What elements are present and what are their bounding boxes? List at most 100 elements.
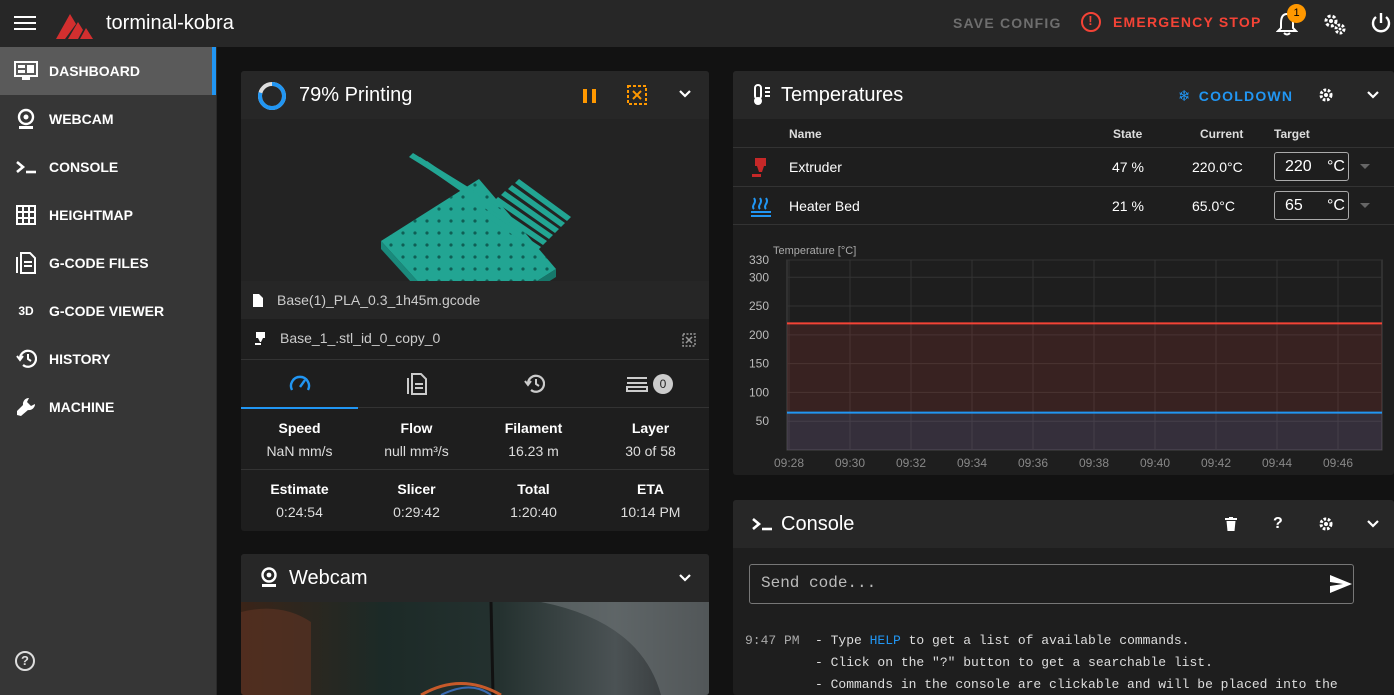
history-icon [14,347,38,371]
print-status-header: 79% Printing [241,71,709,119]
emergency-stop-button[interactable]: EMERGENCY STOP [1081,12,1262,32]
settings-gears-icon[interactable] [1323,12,1347,36]
chevron-down-icon[interactable] [1366,90,1380,100]
sidebar-item-gcode-viewer[interactable]: 3D G-CODE VIEWER [0,287,216,335]
header-name: Name [789,127,822,141]
chart-xtick-label: 09:32 [896,456,926,470]
sidebar-item-gcode-files[interactable]: G-CODE FILES [0,239,216,287]
help-icon[interactable]: ? [15,651,35,671]
console-line: - Commands in the console are clickable … [815,677,1338,692]
print-status-title: 79% Printing [299,84,413,106]
heater-state: 47 % [1112,159,1144,175]
chart-xtick-label: 09:28 [774,456,804,470]
current-object-name: Base_1_.stl_id_0_copy_0 [280,330,441,346]
caret-down-icon[interactable] [1360,203,1370,208]
temperature-chart: Temperature [°C] 50 100 150 200 250 300 330 09… [749,245,1383,470]
sidebar-item-heightmap[interactable]: HEIGHTMAP [0,191,216,239]
cooldown-button[interactable]: ❄ COOLDOWN [1178,87,1293,105]
tab-queue[interactable]: 0 [592,360,709,408]
console-line: 9:47 PM [745,633,800,648]
chevron-down-icon[interactable] [678,573,692,583]
queue-count-badge: 0 [653,374,673,394]
menu-icon[interactable] [14,13,36,33]
chart-xtick-label: 09:30 [835,456,865,470]
target-unit: °C [1327,158,1345,175]
stat-flow: Flow null mm³/s [384,420,449,459]
gear-icon[interactable] [1318,516,1334,532]
gear-icon[interactable] [1318,87,1334,103]
sidebar: DASHBOARD WEBCAM CONSOLE HEIGHTMAP G-COD… [0,47,217,695]
app-bar: torminal-kobra SAVE CONFIG EMERGENCY STO… [0,0,1394,47]
chart-xtick-label: 09:44 [1262,456,1292,470]
exclude-object-icon[interactable] [682,333,696,347]
help-command-link[interactable]: HELP [870,633,901,648]
stats-divider [241,469,709,470]
gcode-filename: Base(1)_PLA_0.3_1h45m.gcode [277,292,481,308]
monitor-dashboard-icon [14,59,38,83]
cooldown-label: COOLDOWN [1198,88,1294,104]
sidebar-item-label: WEBCAM [49,111,114,127]
printer-nozzle-icon [255,332,265,345]
caret-down-icon[interactable] [1360,164,1370,169]
notification-badge: 1 [1287,4,1306,23]
chevron-down-icon[interactable] [1366,519,1380,529]
stat-slicer: Slicer 0:29:42 [393,481,440,520]
print-tabs: 0 [241,360,709,409]
stat-layer: Layer 30 of 58 [625,420,676,459]
sidebar-item-label: G-CODE VIEWER [49,303,165,319]
file-document-icon [407,373,427,395]
emergency-stop-label: EMERGENCY STOP [1113,14,1262,30]
chart-ytick-label: 250 [749,299,769,313]
speedometer-icon [289,375,311,391]
help-question-icon[interactable]: ? [1273,515,1283,533]
send-icon[interactable] [1329,574,1353,594]
sidebar-item-label: CONSOLE [49,159,119,175]
chart-ytick-label: 100 [749,385,769,399]
webcam-header: Webcam [241,554,709,602]
chart-xtick-label: 09:38 [1079,456,1109,470]
wrench-icon [14,395,38,419]
sidebar-item-label: HEIGHTMAP [49,207,133,223]
console-title: Console [781,513,855,535]
save-config-button[interactable]: SAVE CONFIG [953,15,1062,31]
console-icon [752,518,772,531]
queue-icon [626,377,648,392]
console-command-input[interactable] [761,574,1301,592]
heater-bed-icon [751,197,771,217]
chart-xtick-label: 09:42 [1201,456,1231,470]
snowflake-icon: ❄ [1178,88,1192,105]
sidebar-item-webcam[interactable]: WEBCAM [0,95,216,143]
sidebar-item-label: G-CODE FILES [49,255,149,271]
print-status-card: 79% Printing Base(1)_PLA_0.3_1h45m.gcode… [241,71,709,531]
console-card: Console ? 9:47 PM - Type HELP to get a l… [733,500,1394,695]
heater-current: 65.0°C [1192,198,1235,214]
sidebar-item-machine[interactable]: MACHINE [0,383,216,431]
chevron-down-icon[interactable] [678,89,692,99]
sidebar-item-dashboard[interactable]: DASHBOARD [0,47,216,95]
webcam-stream [241,601,709,695]
header-target: Target [1274,127,1310,141]
chart-series-area-1 [787,412,1382,450]
pause-icon[interactable] [582,87,598,105]
cancel-print-icon[interactable] [627,85,647,105]
stat-filament: Filament 16.23 m [504,420,563,459]
console-line[interactable]: - Type HELP to get a list of available c… [815,633,1189,648]
grid-icon [14,203,38,227]
trash-icon[interactable] [1225,517,1237,531]
app-title: torminal-kobra [106,12,234,34]
heater-current: 220.0°C [1192,159,1243,175]
heater-state: 21 % [1112,198,1144,214]
chart-ylabel: Temperature [°C] [773,245,856,257]
tab-files[interactable] [358,360,475,408]
sidebar-item-console[interactable]: CONSOLE [0,143,216,191]
temperatures-title: Temperatures [781,84,904,106]
console-header: Console ? [733,500,1394,548]
chart-xtick-label: 09:36 [1018,456,1048,470]
tab-history[interactable] [475,360,592,408]
webcam-card: Webcam [241,554,709,695]
sidebar-item-history[interactable]: HISTORY [0,335,216,383]
tab-status[interactable] [241,360,358,409]
target-unit: °C [1327,197,1345,214]
power-icon[interactable] [1370,11,1392,35]
header-state: State [1113,127,1143,141]
